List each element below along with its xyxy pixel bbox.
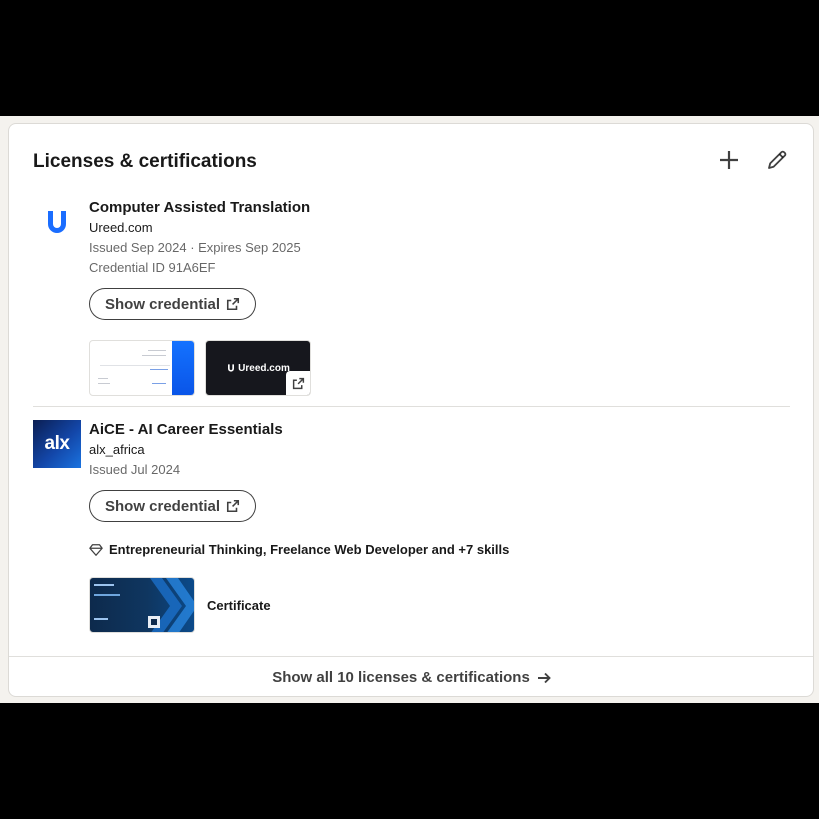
entry-divider	[33, 406, 790, 407]
pencil-icon	[768, 150, 787, 169]
doc-line	[98, 383, 110, 384]
credential-image-thumbnail[interactable]: Ureed.com	[205, 340, 311, 396]
document-stripe	[172, 341, 194, 395]
doc-line	[100, 365, 170, 366]
show-all-label: Show all 10 licenses & certifications	[272, 669, 530, 686]
doc-line	[142, 355, 166, 356]
media-brand-text: Ureed.com	[238, 362, 290, 374]
page-background: Licenses & certifications Computer Assis…	[0, 116, 819, 703]
certificate-media[interactable]: Certificate	[89, 577, 789, 633]
doc-line	[152, 383, 166, 384]
show-credential-button[interactable]: Show credential	[89, 490, 257, 522]
arrow-right-icon	[537, 672, 551, 683]
certificate-pattern	[94, 578, 194, 632]
doc-line	[150, 369, 168, 370]
external-link-icon	[292, 377, 304, 389]
certificate-label: Certificate	[207, 597, 271, 613]
external-link-icon	[226, 297, 240, 311]
credential-id: Credential ID 91A6EF	[89, 260, 216, 275]
certificate-thumbnail[interactable]	[89, 577, 195, 633]
issuing-organization: Ureed.com	[89, 220, 153, 235]
licenses-certifications-card: Licenses & certifications Computer Assis…	[8, 123, 814, 697]
open-media-badge[interactable]	[286, 371, 310, 395]
issue-date: Issued Sep 2024 · Expires Sep 2025	[89, 240, 301, 255]
ureed-logo-icon[interactable]	[33, 198, 81, 246]
plus-icon	[720, 151, 738, 169]
certification-title[interactable]: Computer Assisted Translation	[89, 198, 789, 218]
external-link-icon	[226, 499, 240, 513]
issue-date: Issued Jul 2024	[89, 462, 181, 477]
show-credential-label: Show credential	[105, 295, 221, 313]
section-title: Licenses & certifications	[33, 151, 257, 172]
issuing-organization: alx_africa	[89, 442, 145, 457]
skills-row[interactable]: Entrepreneurial Thinking, Freelance Web …	[89, 542, 789, 557]
credential-document-thumbnail[interactable]	[89, 340, 195, 396]
alx-logo-text: alx	[44, 433, 70, 454]
alx-logo-icon[interactable]: alx	[33, 420, 81, 468]
show-credential-button[interactable]: Show credential	[89, 288, 257, 320]
certification-title[interactable]: AiCE - AI Career Essentials	[89, 420, 789, 440]
edit-certifications-button[interactable]	[760, 143, 794, 177]
doc-line	[98, 378, 108, 379]
add-certification-button[interactable]	[712, 143, 746, 177]
media-brand: Ureed.com	[226, 363, 290, 374]
show-all-certifications-link[interactable]: Show all 10 licenses & certifications	[9, 656, 813, 696]
doc-line	[148, 350, 166, 351]
skills-text: Entrepreneurial Thinking, Freelance Web …	[109, 542, 510, 557]
show-credential-label: Show credential	[105, 497, 221, 515]
ureed-logo-icon	[228, 364, 235, 372]
diamond-icon	[89, 543, 103, 556]
